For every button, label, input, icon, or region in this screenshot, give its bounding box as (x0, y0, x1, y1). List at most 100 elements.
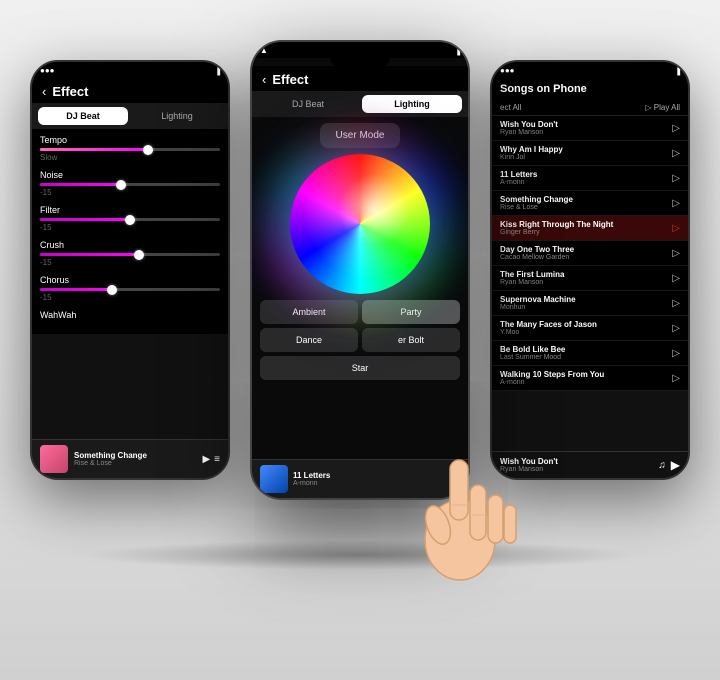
center-notch (330, 58, 390, 66)
light-row-3: Star (260, 356, 460, 380)
slider-tempo-track[interactable] (40, 148, 220, 151)
song-info-1: Why Am I Happy Kirin Jol (500, 145, 672, 161)
song-title-3: Something Change (500, 195, 672, 204)
song-title-10: Walking 10 Steps From You (500, 370, 672, 379)
songs-list: Wish You Don't Ryan Manson ▷ Why Am I Ha… (492, 116, 688, 391)
center-battery: ▐ (454, 46, 460, 55)
list-item[interactable]: Supernova Machine Monhun ▷ (492, 291, 688, 316)
center-back-arrow[interactable]: ‹ (262, 72, 266, 87)
center-tab-lighting[interactable]: Lighting (362, 95, 462, 113)
song-play-7[interactable]: ▷ (672, 298, 680, 309)
song-play-6[interactable]: ▷ (672, 273, 680, 284)
list-item[interactable]: Walking 10 Steps From You A-monn ▷ (492, 366, 688, 391)
left-tab-lighting[interactable]: Lighting (132, 107, 222, 125)
phone-center: ▲ ▐ ‹ Effect DJ Beat Lighting User Mode … (250, 40, 470, 500)
slider-crush-track[interactable] (40, 253, 220, 256)
left-effect-title: Effect (52, 84, 88, 99)
song-title-9: Be Bold Like Bee (500, 345, 672, 354)
song-info-7: Supernova Machine Monhun (500, 295, 672, 311)
slider-wahwah-label: WahWah (40, 310, 220, 320)
right-np-artist: Ryan Manson (500, 466, 653, 473)
list-item[interactable]: Be Bold Like Bee Last Summer Mood ▷ (492, 341, 688, 366)
slider-chorus-label: Chorus (40, 275, 220, 285)
right-np-play-icon[interactable]: ▶ (671, 458, 680, 472)
light-row-2: Dance er Bolt (260, 328, 460, 352)
center-tab-djbeat[interactable]: DJ Beat (258, 95, 358, 113)
list-item[interactable]: Something Change Rise & Lose ▷ (492, 191, 688, 216)
center-effect-title: Effect (272, 72, 308, 87)
song-info-3: Something Change Rise & Lose (500, 195, 672, 211)
song-play-4[interactable]: ▷ (672, 223, 680, 234)
right-now-playing: Wish You Don't Ryan Manson ♫ ▶ (492, 451, 688, 478)
center-np-play-icon[interactable]: ▶ (451, 472, 460, 486)
slider-tempo: Tempo Slow (40, 135, 220, 162)
song-play-1[interactable]: ▷ (672, 148, 680, 159)
left-np-controls[interactable]: ▶ ≡ (202, 454, 220, 465)
right-np-title: Wish You Don't (500, 457, 653, 466)
song-info-4: Kiss Right Through The Night Ginger Berr… (500, 220, 672, 236)
song-title-4: Kiss Right Through The Night (500, 220, 672, 229)
list-item[interactable]: Wish You Don't Ryan Manson ▷ (492, 116, 688, 141)
list-item[interactable]: 11 Letters A-monn ▷ (492, 166, 688, 191)
center-np-info: 11 Letters A-monn (293, 471, 446, 487)
list-item[interactable]: Why Am I Happy Kirin Jol ▷ (492, 141, 688, 166)
song-artist-9: Last Summer Mood (500, 354, 672, 361)
slider-chorus-val: -15 (40, 293, 220, 302)
slider-crush: Crush -15 (40, 240, 220, 267)
slider-noise-track[interactable] (40, 183, 220, 186)
song-artist-10: A-monn (500, 379, 672, 386)
song-play-8[interactable]: ▷ (672, 323, 680, 334)
slider-tempo-label: Tempo (40, 135, 220, 145)
select-all-label[interactable]: ect All (500, 103, 521, 112)
list-item[interactable]: Day One Two Three Cacao Mellow Garden ▷ (492, 241, 688, 266)
song-title-8: The Many Faces of Jason (500, 320, 672, 329)
left-np-play-icon[interactable]: ▶ (202, 454, 210, 465)
phone-right: ●●● ▐ Songs on Phone ect All ▷ Play All … (490, 60, 690, 480)
left-tab-djbeat[interactable]: DJ Beat (38, 107, 128, 125)
center-status-bar: ▲ ▐ (252, 42, 468, 58)
light-btn-dance[interactable]: Dance (260, 328, 358, 352)
slider-filter-label: Filter (40, 205, 220, 215)
left-np-list-icon[interactable]: ≡ (214, 454, 220, 465)
song-play-2[interactable]: ▷ (672, 173, 680, 184)
slider-chorus-track[interactable] (40, 288, 220, 291)
song-artist-6: Ryan Manson (500, 279, 672, 286)
song-play-10[interactable]: ▷ (672, 373, 680, 384)
right-status-bar: ●●● ▐ (492, 62, 688, 78)
song-play-5[interactable]: ▷ (672, 248, 680, 259)
light-btn-erbolt[interactable]: er Bolt (362, 328, 460, 352)
center-np-thumb (260, 465, 288, 493)
center-np-artist: A-monn (293, 480, 446, 487)
color-wheel-container (290, 154, 430, 294)
left-back-arrow[interactable]: ‹ (42, 84, 46, 99)
song-info-6: The First Lumina Ryan Manson (500, 270, 672, 286)
center-signal: ▲ (260, 46, 268, 55)
song-artist-8: Y.Moo (500, 329, 672, 336)
song-artist-3: Rise & Lose (500, 204, 672, 211)
song-artist-2: A-monn (500, 179, 672, 186)
left-np-info: Something Change Rise & Lose (74, 451, 196, 467)
song-title-6: The First Lumina (500, 270, 672, 279)
list-item[interactable]: The Many Faces of Jason Y.Moo ▷ (492, 316, 688, 341)
song-artist-5: Cacao Mellow Garden (500, 254, 672, 261)
slider-noise-label: Noise (40, 170, 220, 180)
left-effect-content: Tempo Slow Noise -15 Filter (32, 129, 228, 334)
shadow-base (80, 540, 640, 570)
song-play-9[interactable]: ▷ (672, 348, 680, 359)
song-play-0[interactable]: ▷ (672, 123, 680, 134)
slider-filter: Filter -15 (40, 205, 220, 232)
slider-filter-track[interactable] (40, 218, 220, 221)
slider-noise-val: -15 (40, 188, 220, 197)
left-now-playing: Something Change Rise & Lose ▶ ≡ (32, 439, 228, 478)
song-play-3[interactable]: ▷ (672, 198, 680, 209)
slider-crush-label: Crush (40, 240, 220, 250)
left-np-title: Something Change (74, 451, 196, 460)
right-signal: ●●● (500, 66, 515, 75)
list-item[interactable]: The First Lumina Ryan Manson ▷ (492, 266, 688, 291)
play-all-label[interactable]: ▷ Play All (645, 103, 680, 112)
song-info-5: Day One Two Three Cacao Mellow Garden (500, 245, 672, 261)
light-btn-star[interactable]: Star (260, 356, 460, 380)
color-wheel[interactable] (290, 154, 430, 294)
right-np-list-icon[interactable]: ♫ (658, 460, 666, 471)
list-item[interactable]: Kiss Right Through The Night Ginger Berr… (492, 216, 688, 241)
